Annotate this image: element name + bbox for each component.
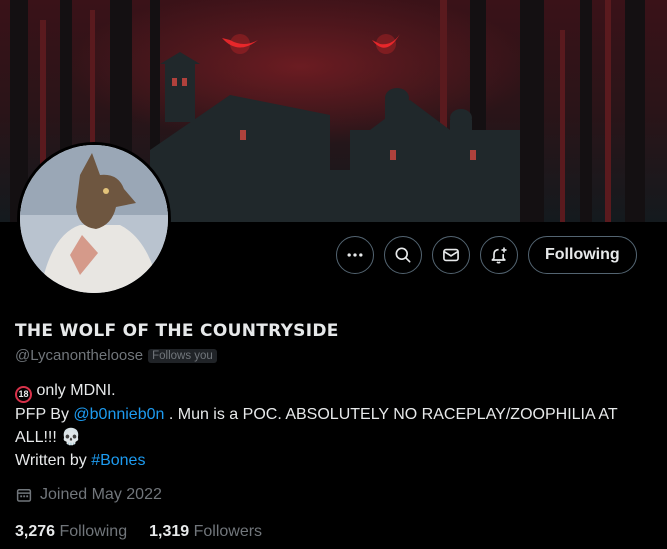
profile-actions: Following bbox=[336, 236, 637, 276]
more-button[interactable] bbox=[336, 236, 374, 274]
notify-icon bbox=[491, 247, 507, 264]
avatar-image bbox=[20, 145, 168, 293]
age-restriction-icon: 18 bbox=[15, 386, 32, 403]
followers-stat[interactable]: 1,319 Followers bbox=[149, 523, 262, 541]
bio-text: only MDNI. bbox=[36, 382, 116, 399]
skull-icon: 💀 bbox=[61, 429, 82, 446]
bio-text: PFP By bbox=[15, 406, 69, 423]
bio-line-3: Written by #Bones bbox=[15, 449, 655, 472]
followers-label: Followers bbox=[193, 523, 263, 540]
search-icon bbox=[395, 247, 411, 263]
bio-text: Written by bbox=[15, 452, 87, 469]
more-icon bbox=[347, 253, 363, 257]
profile-bio: 18 only MDNI. PFP By @b0nnieb0n . Mun is… bbox=[15, 379, 655, 472]
following-label: Following bbox=[59, 523, 128, 540]
hashtag-link[interactable]: #Bones bbox=[91, 452, 145, 469]
avatar[interactable] bbox=[17, 142, 171, 296]
follows-you-badge: Follows you bbox=[148, 348, 217, 363]
followers-count: 1,319 bbox=[149, 523, 190, 540]
notify-button[interactable] bbox=[480, 236, 518, 274]
following-button[interactable]: Following bbox=[528, 236, 637, 274]
user-handle: @Lycanontheloose bbox=[15, 347, 144, 364]
message-button[interactable] bbox=[432, 236, 470, 274]
joined-text: Joined May 2022 bbox=[40, 486, 162, 503]
follow-stats: 3,276 Following 1,319 Followers bbox=[15, 523, 262, 541]
message-icon bbox=[443, 248, 459, 262]
search-button[interactable] bbox=[384, 236, 422, 274]
mention-link[interactable]: @b0nnieb0n bbox=[73, 406, 164, 423]
bio-line-1: 18 only MDNI. bbox=[15, 379, 655, 403]
handle-row: @Lycanontheloose Follows you bbox=[15, 347, 217, 364]
display-name: THE WOLF OF THE COUNTRYSIDE bbox=[15, 321, 339, 341]
joined-date: Joined May 2022 bbox=[15, 486, 162, 504]
following-stat[interactable]: 3,276 Following bbox=[15, 523, 127, 541]
following-count: 3,276 bbox=[15, 523, 56, 540]
bio-line-2: PFP By @b0nnieb0n . Mun is a POC. ABSOLU… bbox=[15, 403, 655, 449]
calendar-icon bbox=[16, 489, 32, 502]
